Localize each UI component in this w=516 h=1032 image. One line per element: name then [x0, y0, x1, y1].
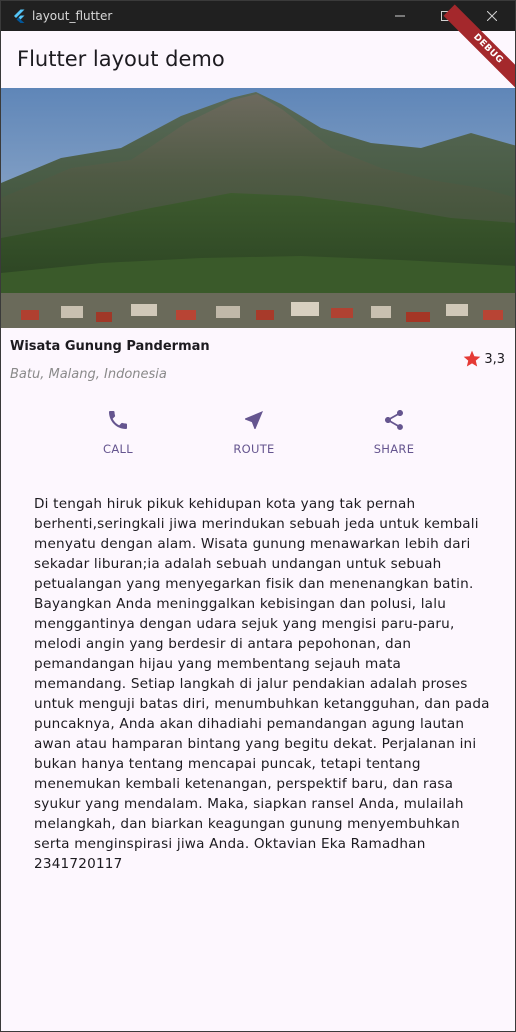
flutter-logo-icon: [14, 9, 25, 23]
minimize-icon: [395, 15, 405, 17]
route-button[interactable]: ROUTE: [214, 408, 294, 456]
route-label: ROUTE: [233, 442, 275, 456]
rating: 3,3: [462, 349, 505, 369]
close-icon: [487, 11, 497, 21]
call-label: CALL: [103, 442, 133, 456]
share-icon: [385, 410, 403, 430]
star-icon: [463, 350, 481, 367]
place-name: Wisata Gunung Panderman: [10, 339, 210, 354]
page-title: Flutter layout demo: [17, 47, 225, 71]
rating-value: 3,3: [484, 351, 505, 367]
hero-image: [1, 88, 515, 328]
call-button[interactable]: CALL: [78, 408, 158, 456]
app-bar: Flutter layout demo DEBUG: [1, 4, 515, 94]
button-row: CALL ROUTE SHARE: [1, 408, 515, 468]
minimize-button[interactable]: [377, 1, 423, 31]
app-window: layout_flutter Flutter layout demo DEBUG: [0, 0, 516, 1032]
title-section: Wisata Gunung Panderman Batu, Malang, In…: [1, 328, 515, 398]
near-me-icon: [245, 411, 263, 429]
window-title: layout_flutter: [32, 9, 113, 23]
share-label: SHARE: [373, 442, 415, 456]
place-location: Batu, Malang, Indonesia: [10, 367, 167, 382]
share-button[interactable]: SHARE: [354, 408, 434, 456]
window-titlebar[interactable]: layout_flutter: [1, 1, 515, 31]
mountain-image: [1, 88, 515, 328]
phone-icon: [109, 411, 127, 429]
description-text: Di tengah hiruk pikuk kehidupan kota yan…: [34, 496, 490, 872]
